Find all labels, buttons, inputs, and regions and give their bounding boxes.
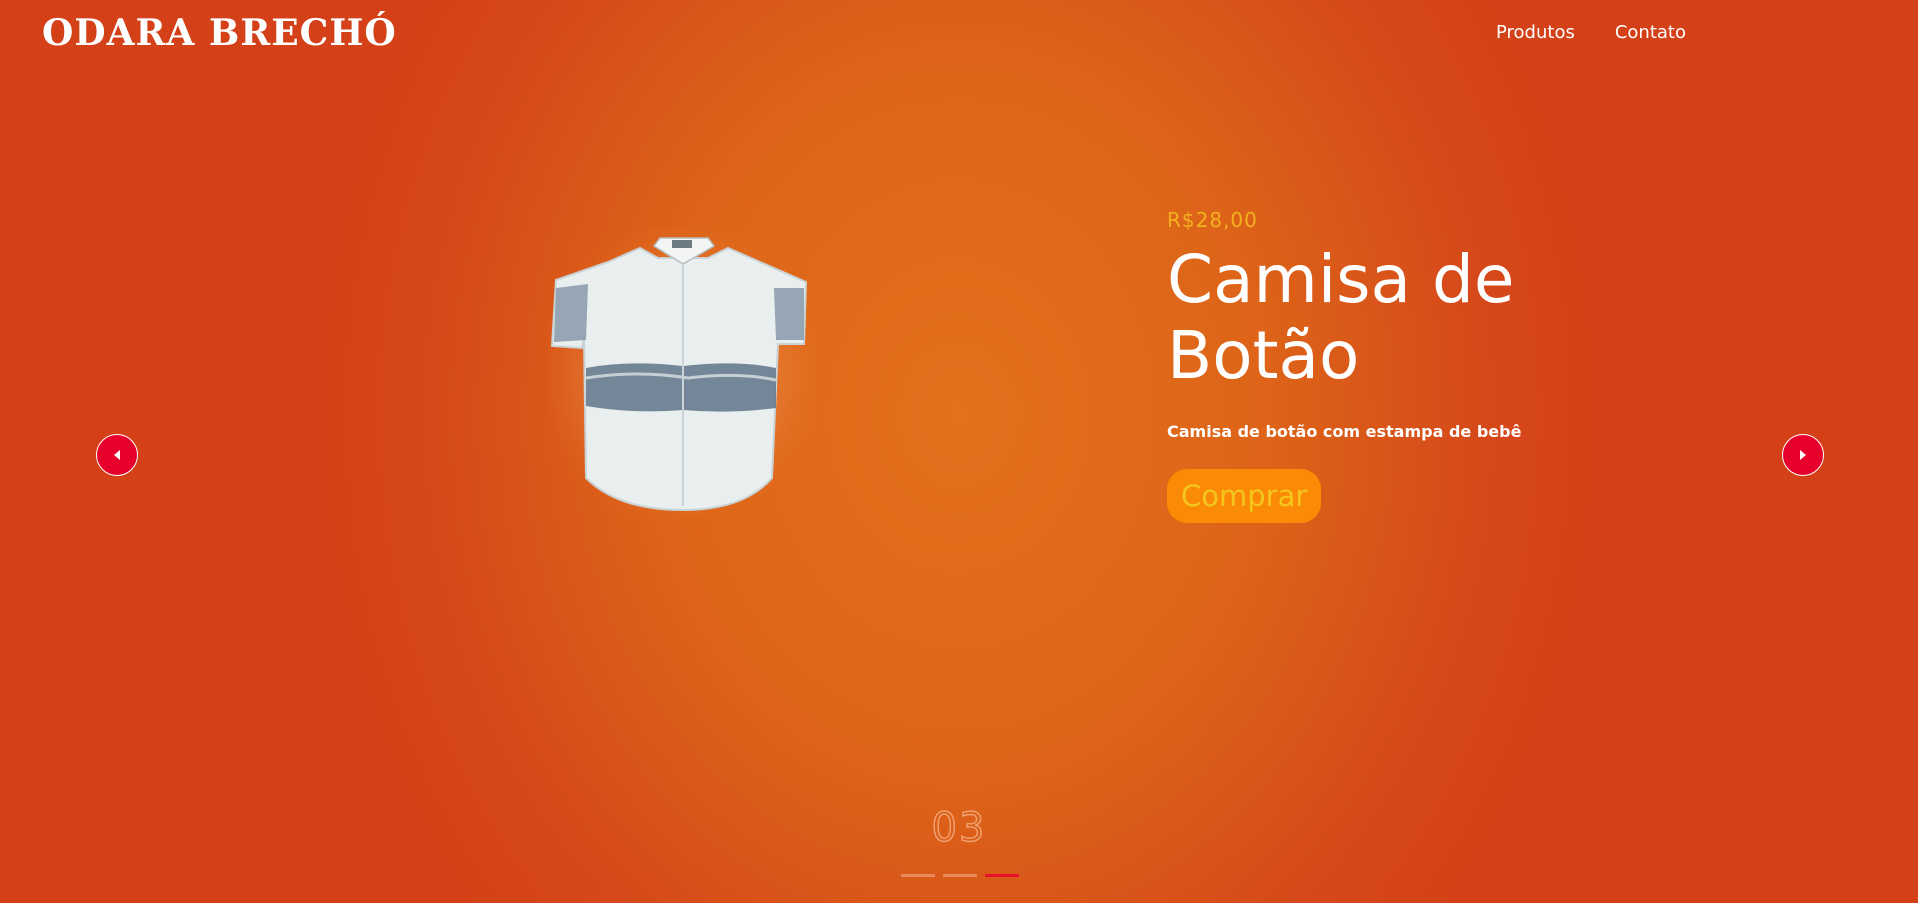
slide-number: 03 bbox=[931, 805, 987, 851]
product-description: Camisa de botão com estampa de bebê bbox=[1167, 422, 1522, 441]
product-price: R$28,00 bbox=[1167, 208, 1258, 232]
caret-left-icon bbox=[114, 450, 120, 460]
nav-link-produtos[interactable]: Produtos bbox=[1496, 22, 1575, 43]
product-image bbox=[533, 213, 833, 533]
product-title: Camisa de Botão bbox=[1167, 242, 1687, 394]
carousel-indicator-3[interactable] bbox=[985, 874, 1019, 877]
carousel-prev-button[interactable] bbox=[96, 434, 138, 476]
product-title-line1: Camisa de bbox=[1167, 241, 1515, 318]
carousel-indicator-2[interactable] bbox=[943, 874, 977, 877]
nav-link-contato[interactable]: Contato bbox=[1615, 22, 1686, 43]
caret-right-icon bbox=[1800, 450, 1806, 460]
carousel-next-button[interactable] bbox=[1782, 434, 1824, 476]
carousel-indicator-1[interactable] bbox=[901, 874, 935, 877]
product-title-line2: Botão bbox=[1167, 317, 1360, 394]
product-info: R$28,00 Camisa de Botão Camisa de botão … bbox=[1167, 208, 1687, 523]
brand-logo[interactable]: ODARA BRECHÓ bbox=[42, 12, 397, 54]
shirt-image bbox=[533, 213, 833, 533]
main-nav: Produtos Contato bbox=[1496, 22, 1686, 43]
carousel-indicators bbox=[901, 874, 1019, 877]
buy-button[interactable]: Comprar bbox=[1167, 469, 1322, 523]
